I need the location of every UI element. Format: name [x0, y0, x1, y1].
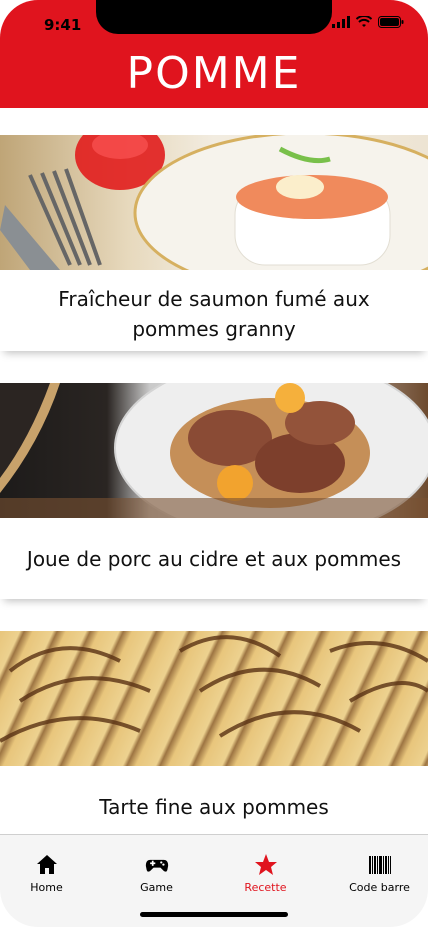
home-indicator	[140, 912, 288, 917]
recipe-title: Joue de porc au cidre et aux pommes	[26, 547, 402, 571]
device-notch	[96, 0, 332, 34]
recipe-card[interactable]: Fraîcheur de saumon fumé aux pommes gran…	[0, 135, 428, 351]
tab-bar: Home Game Recette Code barre	[0, 834, 428, 927]
tab-label: Home	[30, 881, 63, 894]
pork-dish-illustration	[0, 383, 428, 518]
wifi-icon	[356, 16, 372, 27]
recipe-image	[0, 135, 428, 270]
star-icon	[254, 854, 277, 875]
tab-label: Code barre	[349, 881, 410, 894]
tab-home[interactable]: Home	[0, 853, 100, 894]
recipe-title: Fraîcheur de saumon fumé aux pommes gran…	[58, 287, 370, 341]
barcode-icon	[368, 856, 391, 874]
gamepad-icon	[145, 859, 168, 872]
header-bar: 9:41 POMME	[0, 0, 428, 108]
tab-label: Game	[140, 881, 173, 894]
recipe-title: Tarte fine aux pommes	[99, 795, 329, 819]
status-icons	[332, 16, 404, 28]
tab-code-barre[interactable]: Code barre	[326, 853, 428, 894]
signal-icon	[332, 16, 350, 28]
battery-icon	[378, 16, 404, 28]
status-time: 9:41	[44, 16, 82, 34]
salmon-dish-illustration	[0, 135, 428, 270]
recipe-card[interactable]: Joue de porc au cidre et aux pommes	[0, 383, 428, 599]
recipe-image	[0, 383, 428, 518]
tab-label: Recette	[244, 881, 287, 894]
recipe-card[interactable]: Tarte fine aux pommes	[0, 631, 428, 847]
page-title: POMME	[126, 48, 302, 99]
apple-tart-illustration	[0, 631, 428, 766]
tab-game[interactable]: Game	[103, 853, 210, 894]
app-screen: 9:41 POMME Fraîcheur de saumon fumé aux …	[0, 0, 428, 927]
home-icon	[36, 855, 57, 874]
recipe-image	[0, 631, 428, 766]
tab-recette[interactable]: Recette	[212, 853, 319, 894]
